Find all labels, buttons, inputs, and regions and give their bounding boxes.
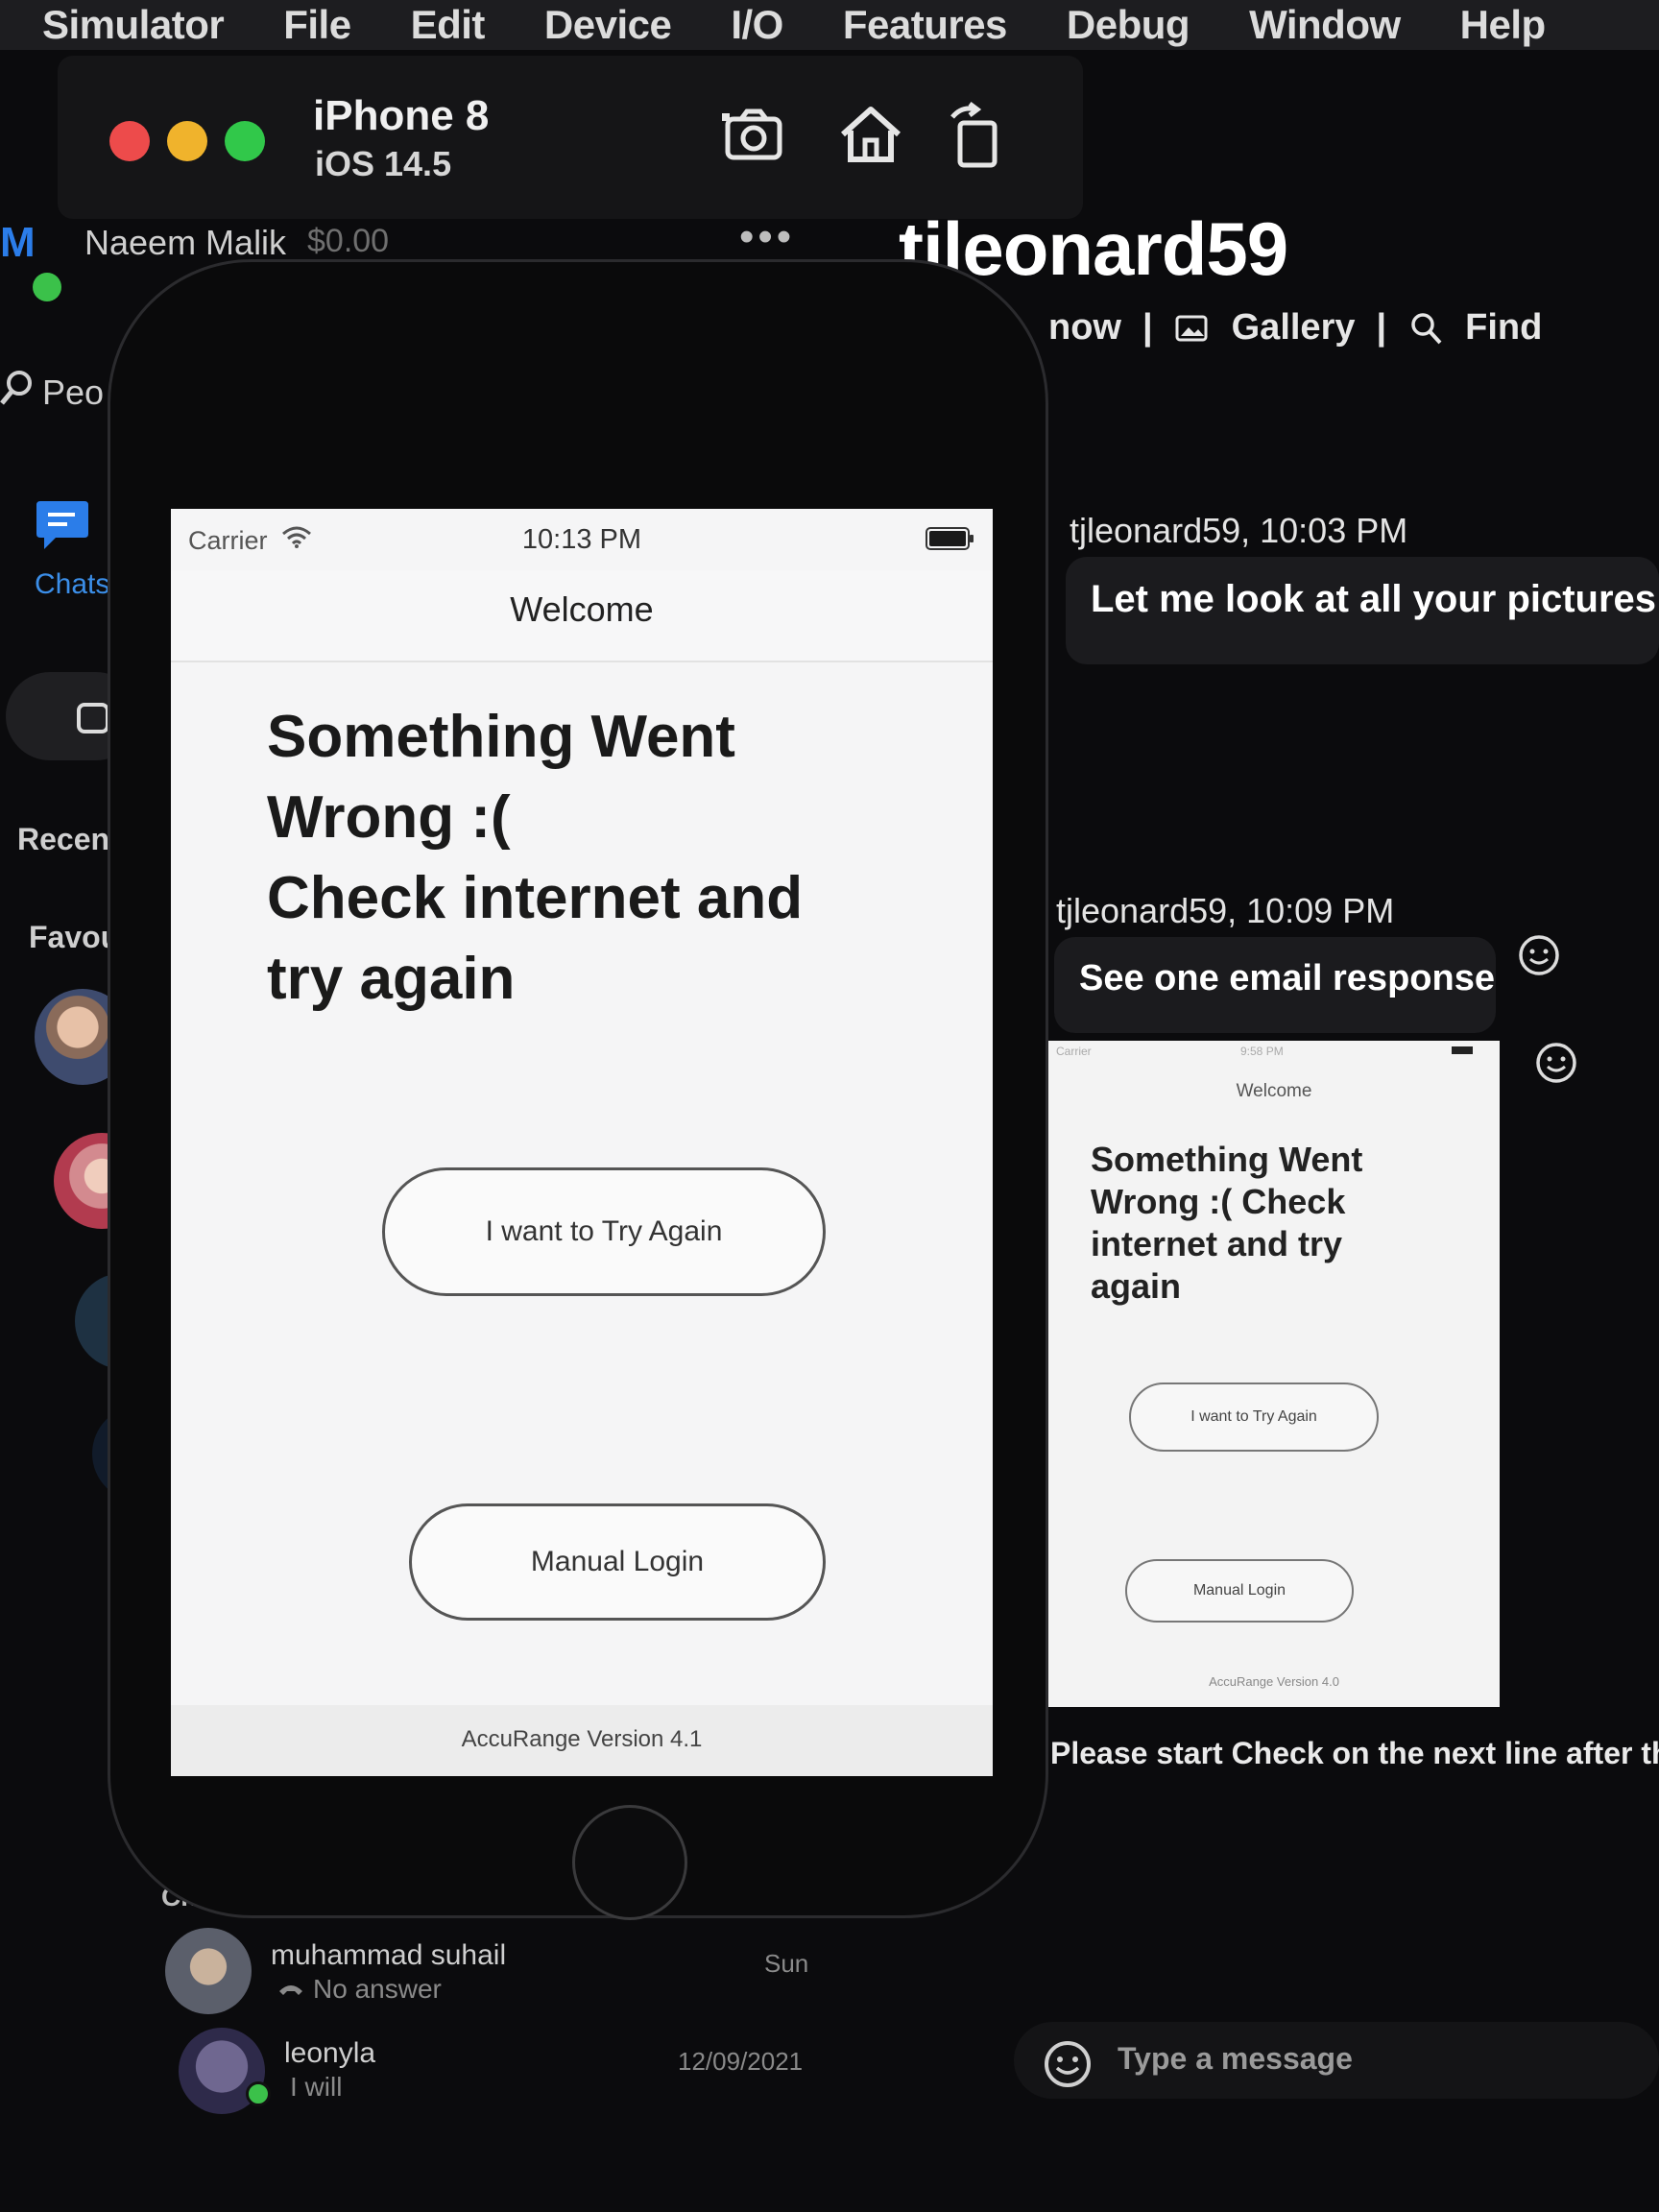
message-text[interactable]: Please start Check on the next line afte… — [1050, 1736, 1659, 1771]
simulator-os-version: iOS 14.5 — [315, 144, 452, 183]
version-label: AccuRange Version 4.1 — [461, 1726, 703, 1752]
menu-features[interactable]: Features — [843, 2, 1008, 48]
thumbnail-nav-title: Welcome — [1236, 1081, 1312, 1101]
missed-call-icon — [279, 1985, 302, 1995]
home-button[interactable] — [572, 1805, 687, 1920]
gallery-button[interactable]: Gallery — [1232, 307, 1356, 349]
toolbar-separator: | — [1376, 307, 1387, 348]
error-message-line: Check internet and — [267, 865, 804, 931]
status-time: 10:13 PM — [521, 524, 642, 555]
emoji-reaction-icon[interactable] — [1517, 933, 1561, 977]
menu-window[interactable]: Window — [1249, 2, 1401, 48]
image-attachment[interactable]: Carrier 9:58 PM Welcome Something Went W… — [1048, 1041, 1500, 1707]
chat-row-subtitle: No answer — [313, 1974, 442, 2004]
thumbnail-carrier: Carrier — [1056, 1045, 1092, 1058]
chat-row-name[interactable]: leonyla — [284, 2037, 375, 2070]
rotate-icon[interactable] — [941, 100, 1012, 171]
manual-login-button[interactable]: Manual Login — [409, 1503, 826, 1621]
ios-status-bar: Carrier 10:13 PM — [171, 509, 993, 570]
message-meta: tjleonard59, 10:09 PM — [1056, 891, 1395, 930]
search-icon[interactable] — [0, 369, 35, 407]
menu-bar: Simulator File Edit Device I/O Features … — [0, 0, 1659, 50]
menu-debug[interactable]: Debug — [1067, 2, 1190, 48]
menu-io[interactable]: I/O — [731, 2, 783, 48]
error-message-line: Wrong :( — [267, 784, 511, 851]
more-options-button[interactable]: ••• — [739, 213, 795, 261]
chat-avatar[interactable] — [165, 1928, 252, 2014]
message-text: Let me look at all your pictures no — [1091, 578, 1659, 620]
window-minimize-button[interactable] — [167, 121, 207, 161]
menu-help[interactable]: Help — [1460, 2, 1547, 48]
chat-bubble-icon[interactable] — [35, 497, 90, 553]
thumbnail-version: AccuRange Version 4.0 — [1209, 1674, 1339, 1689]
menu-simulator[interactable]: Simulator — [42, 2, 225, 48]
menu-file[interactable]: File — [283, 2, 351, 48]
find-button[interactable]: Find — [1465, 307, 1542, 349]
toolbar-separator: | — [1142, 307, 1153, 348]
chat-row-name[interactable]: muhammad suhail — [271, 1939, 506, 1972]
credit-balance[interactable]: $0.00 — [307, 223, 389, 260]
profile-name[interactable]: Naeem Malik — [84, 223, 286, 263]
window-zoom-button[interactable] — [225, 121, 265, 161]
nav-chats-label[interactable]: Chats — [35, 568, 109, 601]
battery-icon — [926, 527, 974, 550]
presence-online-indicator — [33, 273, 61, 301]
menu-device[interactable]: Device — [544, 2, 672, 48]
message-bubble[interactable]: Let me look at all your pictures no — [1066, 557, 1659, 664]
thumbnail-try-again-button: I want to Try Again — [1129, 1382, 1379, 1452]
conversation-toolbar: now | Gallery | Find — [1048, 307, 1542, 349]
chat-row-date: Sun — [764, 1949, 809, 1978]
emoji-reaction-icon[interactable] — [1534, 1041, 1578, 1085]
try-again-button[interactable]: I want to Try Again — [382, 1167, 826, 1296]
message-bubble[interactable]: See one email response. — [1054, 937, 1496, 1033]
profile-avatar[interactable]: M — [0, 219, 36, 267]
simulator-titlebar — [58, 56, 1083, 219]
thumbnail-status-bar: Carrier 9:58 PM — [1048, 1041, 1500, 1060]
window-close-button[interactable] — [109, 121, 150, 161]
error-message: Something Went Wrong :( Check internet a… — [267, 697, 920, 1020]
chat-row-date: 12/09/2021 — [678, 2047, 804, 2076]
message-meta: tjleonard59, 10:03 PM — [1070, 511, 1408, 550]
message-input[interactable]: Type a message — [1118, 2041, 1353, 2077]
gallery-icon — [1175, 315, 1208, 341]
presence-online-indicator — [246, 2081, 271, 2106]
chat-row-subtitle: I will — [290, 2072, 343, 2102]
thumbnail-time: 9:58 PM — [1240, 1045, 1284, 1058]
device-screen: Carrier 10:13 PM Welcome Something Went … — [171, 509, 993, 1776]
home-icon[interactable] — [835, 100, 906, 171]
screenshot-icon[interactable] — [718, 100, 789, 171]
search-icon — [1411, 312, 1442, 344]
emoji-picker-icon[interactable] — [1043, 2039, 1093, 2089]
search-input[interactable]: Peo — [42, 373, 104, 413]
thumbnail-error-message: Something Went Wrong :( Check internet a… — [1091, 1140, 1363, 1306]
error-message-line: Something Went — [267, 704, 735, 770]
menu-edit[interactable]: Edit — [411, 2, 486, 48]
nav-title: Welcome — [510, 589, 654, 629]
meet-now-link[interactable]: now — [1048, 307, 1121, 349]
message-text: See one email response. — [1079, 958, 1496, 998]
error-message-line: try again — [267, 946, 516, 1012]
thumbnail-manual-login-button: Manual Login — [1125, 1559, 1354, 1623]
thumbnail-battery-icon — [1452, 1046, 1473, 1054]
simulator-device-name: iPhone 8 — [313, 92, 490, 139]
